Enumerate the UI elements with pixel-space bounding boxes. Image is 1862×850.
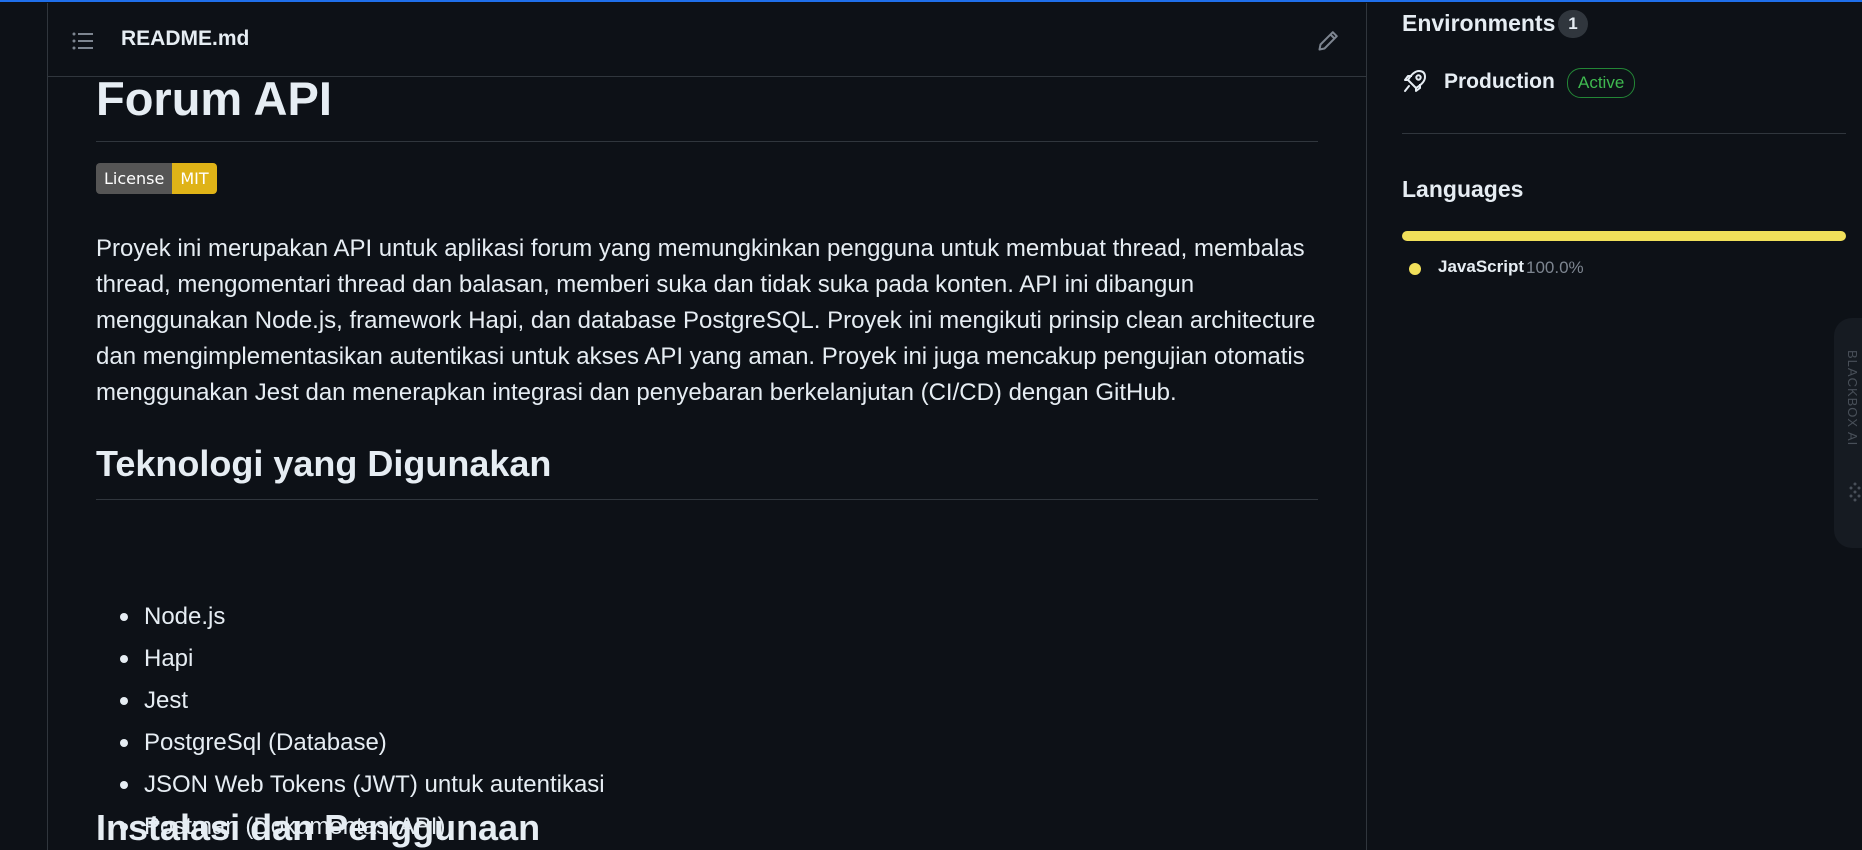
tech-divider: [96, 499, 1318, 500]
sparkle-icon: [1849, 482, 1861, 502]
language-name[interactable]: JavaScript: [1438, 257, 1524, 277]
list-item: Node.js: [120, 596, 605, 638]
page-title: Forum API: [96, 72, 332, 125]
readme-filename: README.md: [121, 27, 250, 50]
languages-title: Languages: [1402, 176, 1524, 202]
badge-value: MIT: [172, 163, 217, 194]
rocket-icon: [1404, 70, 1426, 92]
title-divider: [96, 141, 1318, 142]
list-item: Jest: [120, 680, 605, 722]
pencil-icon[interactable]: [1316, 29, 1340, 53]
tech-heading: Teknologi yang Digunakan: [96, 443, 552, 484]
side-tab-label: BLACKBOX AI: [1845, 350, 1860, 447]
readme-panel: README.md Forum API License MIT Proyek i…: [47, 3, 1367, 850]
environments-count-badge: 1: [1558, 10, 1588, 38]
repo-sidebar: Environments 1 Production Active Languag…: [1402, 0, 1846, 850]
javascript-dot-icon: [1409, 263, 1421, 275]
install-heading: Instalasi dan Penggunaan: [96, 807, 541, 848]
language-percent: 100.0%: [1526, 258, 1584, 277]
sidebar-divider: [1402, 133, 1846, 134]
list-icon[interactable]: [72, 31, 94, 51]
list-item: PostgreSql (Database): [120, 722, 605, 764]
list-item: JSON Web Tokens (JWT) untuk autentikasi: [120, 764, 605, 806]
list-item: Hapi: [120, 638, 605, 680]
license-badge[interactable]: License MIT: [96, 163, 217, 194]
readme-header: README.md: [48, 3, 1366, 77]
badge-label: License: [96, 163, 173, 194]
language-bar-javascript: [1402, 231, 1846, 241]
environment-link-production[interactable]: Production: [1444, 70, 1555, 94]
intro-paragraph: Proyek ini merupakan API untuk aplikasi …: [96, 235, 1316, 406]
language-bar: [1402, 231, 1846, 241]
status-badge: Active: [1567, 68, 1636, 98]
environments-title[interactable]: Environments: [1402, 10, 1555, 37]
